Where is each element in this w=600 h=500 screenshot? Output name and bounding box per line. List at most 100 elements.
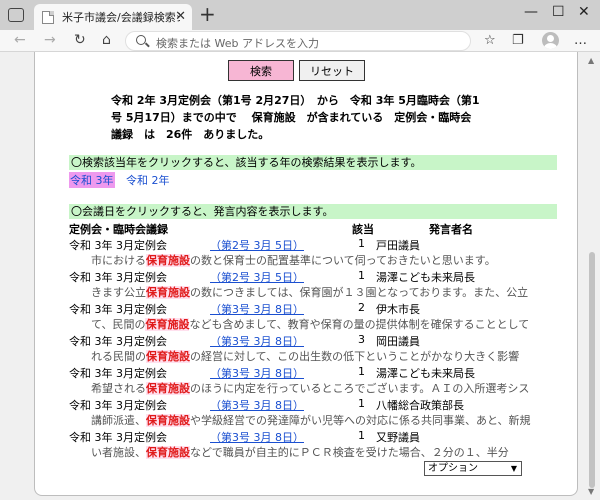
snippet-highlight: 保育施設 (145, 318, 190, 331)
row-snippet: きます公立保育施設の数につきましては、保育園が１３園となっております。また、公立 (35, 284, 577, 301)
table-row: 令和 3年 3月定例会 （第2号 3月 5日） 1 戸田議員 (35, 237, 577, 253)
row-meeting: 令和 3年 3月定例会 (69, 431, 167, 444)
row-snippet: い者施設、保育施設などで職員が自主的にＰＣＲ検査を受けた場合、２分の１、半分 (35, 444, 577, 461)
close-window-icon[interactable]: ✕ (578, 4, 590, 20)
tab-close-icon[interactable]: ✕ (175, 9, 186, 24)
snippet-highlight: 保育施設 (146, 414, 190, 427)
profile-avatar-icon[interactable] (542, 32, 559, 49)
snippet-highlight: 保育施設 (146, 446, 190, 459)
minimize-icon[interactable]: — (524, 4, 538, 20)
row-count: 2 (358, 301, 365, 314)
row-speaker: 八幡総合政策部長 (376, 399, 464, 412)
row-count: 1 (358, 237, 365, 250)
reload-icon[interactable]: ↻ (74, 32, 86, 48)
favorites-icon[interactable]: ☆ (484, 33, 496, 48)
option-select-value: オプション (428, 463, 478, 474)
row-count: 3 (358, 333, 365, 346)
option-select[interactable]: オプション ▼ (424, 461, 522, 476)
row-date-link[interactable]: （第3号 3月 8日） (210, 365, 304, 381)
table-row: 令和 3年 3月定例会 （第3号 3月 8日） 1 湯澤こども未来局長 (35, 365, 577, 381)
maximize-icon[interactable]: ☐ (552, 4, 565, 20)
search-button[interactable]: 検索 (228, 60, 294, 81)
forward-icon[interactable]: → (44, 32, 56, 48)
row-meeting: 令和 3年 3月定例会 (69, 239, 167, 252)
snippet-text: い者施設、 (91, 446, 146, 459)
table-row: 令和 3年 3月定例会 （第3号 3月 8日） 3 岡田議員 (35, 333, 577, 349)
row-date-link[interactable]: （第3号 3月 8日） (210, 429, 304, 445)
summary-line: 号 5月17日）までの中で 保育施設 が含まれている 定例会・臨時会 (111, 111, 472, 124)
year-link-r2[interactable]: 令和 2年 (126, 172, 170, 188)
tab-bar: 米子市議会/会議録検索システム ✕ + — ☐ ✕ (0, 0, 600, 30)
back-icon[interactable]: ← (14, 32, 26, 48)
scrollbar[interactable]: ▲ ▼ (586, 52, 598, 500)
snippet-text: れる民間の (91, 350, 146, 363)
row-meeting: 令和 3年 3月定例会 (69, 335, 167, 348)
reset-button[interactable]: リセット (299, 60, 365, 81)
results-list: 令和 3年 3月定例会 （第2号 3月 5日） 1 戸田議員 市における保育施設の数と保… (35, 237, 577, 461)
row-speaker: 戸田議員 (376, 239, 420, 252)
row-count: 1 (358, 397, 365, 410)
snippet-highlight: 保育施設 (146, 254, 190, 267)
header-speaker: 発言者名 (429, 223, 473, 236)
collections-icon[interactable]: ❐ (512, 33, 524, 48)
row-meeting: 令和 3年 3月定例会 (69, 399, 167, 412)
snippet-text: 講師派遣、 (91, 414, 146, 427)
row-date-link[interactable]: （第3号 3月 8日） (210, 301, 304, 317)
snippet-highlight: 保育施設 (146, 286, 190, 299)
more-menu-icon[interactable]: … (574, 33, 587, 48)
year-links: 令和 3年 令和 2年 (69, 172, 178, 188)
summary-line: 令和 2年 3月定例会（第1号 2月27日） から 令和 3年 5月臨時会（第1 (111, 94, 480, 107)
snippet-text: 市における (91, 254, 146, 267)
results-table-header: 定例会・臨時会議録 該当 発言者名 (69, 221, 557, 236)
chevron-down-icon: ▼ (510, 464, 517, 473)
row-meeting: 令和 3年 3月定例会 (69, 271, 167, 284)
row-date-link[interactable]: （第2号 3月 5日） (210, 269, 304, 285)
year-instruction: 〇検索該当年をクリックすると、該当する年の検索結果を表示します。 (69, 155, 557, 170)
table-row: 令和 3年 3月定例会 （第3号 3月 8日） 1 八幡総合政策部長 (35, 397, 577, 413)
home-icon[interactable]: ⌂ (102, 32, 111, 48)
table-row: 令和 3年 3月定例会 （第2号 3月 5日） 1 湯澤こども未来局長 (35, 269, 577, 285)
row-speaker: 又野議員 (376, 431, 420, 444)
row-speaker: 伊木市長 (376, 303, 420, 316)
new-tab-icon[interactable]: + (199, 4, 216, 24)
snippet-text: 希望される (91, 382, 146, 395)
row-count: 1 (358, 429, 365, 442)
snippet-text: なども含めまして、教育や保育の量の提供体制を確保することとして (189, 318, 530, 331)
scroll-down-icon[interactable]: ▼ (588, 487, 594, 496)
scroll-thumb[interactable] (589, 252, 595, 488)
address-bar[interactable]: 検索または Web アドレスを入力 (125, 31, 471, 51)
row-speaker: 岡田議員 (376, 335, 420, 348)
row-date-link[interactable]: （第3号 3月 8日） (210, 397, 304, 413)
summary-line: 議録 は 26件 ありました。 (111, 128, 270, 141)
year-link-r3[interactable]: 令和 3年 (69, 172, 115, 188)
row-date-link[interactable]: （第3号 3月 8日） (210, 333, 304, 349)
row-snippet: て、民間の保育施設なども含めまして、教育や保育の量の提供体制を確保することとして (35, 316, 577, 333)
row-speaker: 湯澤こども未来局長 (376, 271, 475, 284)
results-instruction: 〇会議日をクリックすると、発言内容を表示します。 (69, 204, 557, 219)
snippet-text: の経営に対して、この出生数の低下ということがかなり大きく影響 (190, 350, 520, 363)
snippet-highlight: 保育施設 (146, 382, 190, 395)
search-summary: 令和 2年 3月定例会（第1号 2月27日） から 令和 3年 5月臨時会（第1… (111, 92, 501, 143)
snippet-text: や学級経営での発達障がい児等への対応に係る共同事業、あと、新規 (190, 414, 531, 427)
nav-bar: ← → ↻ ⌂ 検索または Web アドレスを入力 ☆ ❐ … (0, 30, 600, 52)
search-results-page: 検索 リセット 令和 2年 3月定例会（第1号 2月27日） から 令和 3年 … (34, 52, 578, 496)
page-icon (42, 10, 54, 24)
viewport: 検索 リセット 令和 2年 3月定例会（第1号 2月27日） から 令和 3年 … (0, 52, 600, 500)
row-speaker: 湯澤こども未来局長 (376, 367, 475, 380)
row-snippet: 講師派遣、保育施設や学級経営での発達障がい児等への対応に係る共同事業、あと、新規 (35, 412, 577, 429)
tab-actions-icon[interactable] (8, 8, 24, 22)
row-snippet: 希望される保育施設のほうに内定を行っているところでございます。ＡＩの入所選考シス (35, 380, 577, 397)
row-count: 1 (358, 269, 365, 282)
row-snippet: 市における保育施設の数と保育士の配置基準について伺っておきたいと思います。 (35, 252, 577, 269)
snippet-text: などで職員が自主的にＰＣＲ検査を受けた場合、２分の１、半分 (190, 446, 509, 459)
snippet-highlight: 保育施設 (146, 350, 190, 363)
browser-tab[interactable]: 米子市議会/会議録検索システム ✕ (34, 4, 192, 30)
tab-title: 米子市議会/会議録検索システム (62, 11, 180, 24)
table-row: 令和 3年 3月定例会 （第3号 3月 8日） 1 又野議員 (35, 429, 577, 445)
address-placeholder: 検索または Web アドレスを入力 (156, 37, 319, 50)
snippet-text: の数につきましては、保育園が１３園となっております。また、公立 (190, 286, 529, 299)
scroll-up-icon[interactable]: ▲ (588, 56, 594, 65)
header-count: 該当 (352, 223, 374, 236)
row-snippet: れる民間の保育施設の経営に対して、この出生数の低下ということがかなり大きく影響 (35, 348, 577, 365)
row-date-link[interactable]: （第2号 3月 5日） (210, 237, 304, 253)
